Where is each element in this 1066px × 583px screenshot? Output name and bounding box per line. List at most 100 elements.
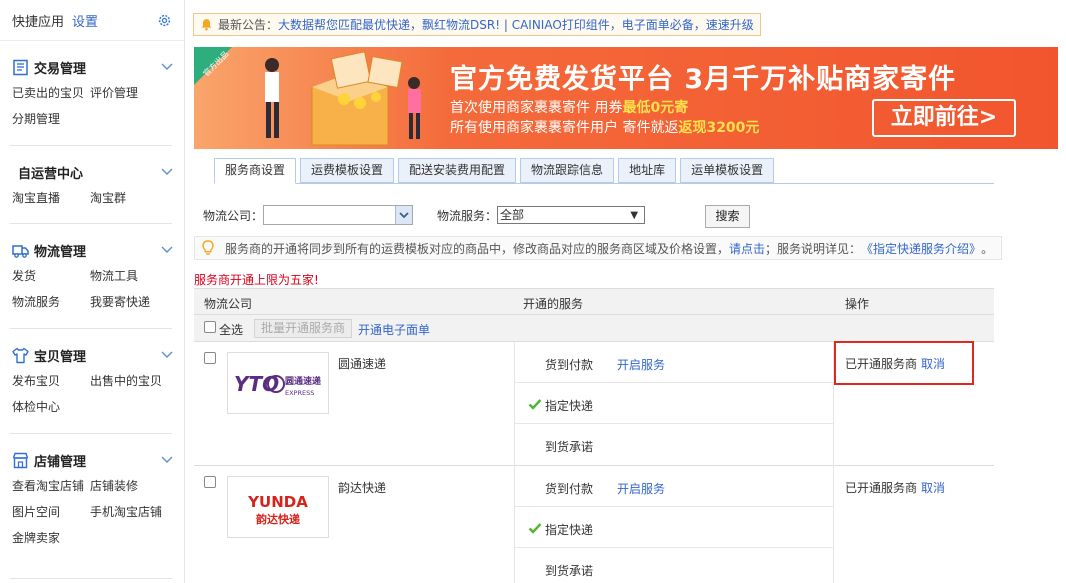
caret-down-icon[interactable]: ▼ [630,208,638,224]
bulk-action-bar: 全选 批量开通服务商 开通电子面单 [194,315,994,342]
sidebar-section-header[interactable]: 宝贝管理 [0,344,184,366]
table-row: YUNDA 韵达快递 韵达快递 货到付款 开启服务 指定快递 到货承诺 已开通服… [194,466,994,583]
quick-apps-header: 快捷应用 设置 [0,0,184,41]
sidebar-link-gold-seller[interactable]: 金牌卖家 [12,525,90,551]
tip-end-text: 。 [981,241,994,256]
service-item: 到货承诺 [515,424,833,465]
sidebar-divider [10,578,172,579]
cancel-provider-link[interactable]: 取消 [921,481,945,495]
sidebar-link-ship[interactable]: 发货 [12,263,90,289]
tab-service-provider-settings[interactable]: 服务商设置 [214,158,297,184]
svg-text:EXPRESS: EXPRESS [285,389,314,397]
tip-click-link[interactable]: 请点击 [729,240,765,257]
sidebar-divider [10,145,172,146]
promo-banner[interactable]: 官方出品 官方免费发货平台 3月千万补贴商家寄件 首次使用商家裹裹寄件 用券最低… [194,47,1058,149]
announcement-label: 最新公告： [218,18,279,32]
highlight-box [834,341,974,385]
sidebar-divider [10,223,172,224]
sidebar-section-header[interactable]: 自运营中心 [0,161,184,183]
sidebar-link-live[interactable]: 淘宝直播 [12,185,90,211]
service-name: 到货承诺 [545,564,594,578]
tab-address-book[interactable]: 地址库 [618,158,677,183]
company-name: 韵达快递 [338,481,387,495]
service-select[interactable]: 全部 ▼ [497,206,646,224]
bulk-enable-button[interactable]: 批量开通服务商 [254,319,352,338]
tab-waybill-template-settings[interactable]: 运单模板设置 [680,158,775,183]
tab-shipping-template-settings[interactable]: 运费模板设置 [300,158,395,183]
sidebar-link-store-decor[interactable]: 店铺装修 [90,473,168,499]
sidebar-link-publish-item[interactable]: 发布宝贝 [12,368,90,394]
announcement-link[interactable]: 大数据帮您匹配最优快递，飘红物流DSR! | CAINIAO打印组件，电子面单必… [278,16,754,33]
tip-mid-text: ；服务说明详见： [765,241,862,256]
quick-apps-title: 快捷应用 [12,14,65,30]
company-name: 圆通速递 [338,357,387,371]
sidebar-section-header[interactable]: 交易管理 [0,56,184,78]
tip-text: 服务商的开通将同步到所有的运费模板对应的商品中，修改商品对应的服务商区域及价格设… [225,241,730,256]
banner-cta-button[interactable]: 立即前往> [872,99,1016,137]
chevron-down-icon[interactable] [161,63,173,71]
company-filter-label: 物流公司： [203,208,264,223]
svg-text:YUNDA: YUNDA [247,493,308,511]
column-header-services: 开通的服务 [523,297,584,311]
sidebar-link-reviews[interactable]: 评价管理 [90,80,168,106]
sidebar: 快捷应用 设置 交易管理 已卖出的宝贝 评价管理 分期管理 自运营中心 淘宝直播… [0,0,185,583]
chevron-down-icon[interactable] [395,206,413,224]
quick-apps-settings-link[interactable]: 设置 [72,11,98,30]
sidebar-section-trade: 交易管理 已卖出的宝贝 评价管理 分期管理 [0,56,184,132]
row-checkbox[interactable] [204,352,216,364]
svg-text:YTO: YTO [234,372,279,396]
yto-logo: YTO 圆通速递 EXPRESS [227,352,329,414]
select-all-checkbox[interactable] [204,321,216,333]
enable-service-link[interactable]: 开启服务 [617,356,665,373]
sidebar-link-installments[interactable]: 分期管理 [12,106,90,132]
tab-install-fee-config[interactable]: 配送安装费用配置 [398,158,517,183]
store-icon [12,452,29,468]
info-tip: 服务商的开通将同步到所有的运费模板对应的商品中，修改商品对应的服务商区域及价格设… [194,236,1002,260]
tab-tracking-info[interactable]: 物流跟踪信息 [520,158,615,183]
provider-limit-warning: 服务商开通上限为五家! [194,273,319,287]
row-checkbox[interactable] [204,476,216,488]
chevron-down-icon[interactable] [161,168,173,176]
sidebar-link-mobile-store[interactable]: 手机淘宝店铺 [90,499,168,525]
sidebar-link-group[interactable]: 淘宝群 [90,185,168,211]
chevron-down-icon[interactable] [161,246,173,254]
sidebar-section-title: 自运营中心 [18,166,84,182]
tab-baseline [214,183,994,184]
search-button[interactable]: 搜索 [705,205,750,228]
service-name: 指定快递 [545,523,594,537]
gear-icon[interactable] [157,13,172,28]
official-ribbon: 官方出品 [201,49,231,79]
sidebar-link-logistics-tools[interactable]: 物流工具 [90,263,168,289]
sidebar-link-sold-items[interactable]: 已卖出的宝贝 [12,80,90,106]
column-header-company: 物流公司 [204,297,253,311]
sidebar-link-view-store[interactable]: 查看淘宝店铺 [12,473,90,499]
sidebar-divider [10,433,172,434]
sidebar-link-logistics-services[interactable]: 物流服务 [12,289,90,315]
provider-status: 已开通服务商 取消 [845,481,946,495]
sidebar-section-store: 店铺管理 查看淘宝店铺 店铺装修 图片空间 手机淘宝店铺 金牌卖家 [0,449,184,551]
service-item: 货到付款 开启服务 [515,466,833,507]
service-name: 货到付款 [545,482,594,496]
sidebar-link-image-space[interactable]: 图片空间 [12,499,90,525]
sidebar-divider [10,328,172,329]
banner-line-2: 所有使用商家裹裹寄件用户 寄件就返返现3200元 [450,120,760,136]
sidebar-link-health-check[interactable]: 体检中心 [12,394,90,420]
order-icon [13,59,28,75]
enable-service-link[interactable]: 开启服务 [617,480,665,497]
chevron-down-icon[interactable] [161,351,173,359]
company-select[interactable] [263,205,414,225]
sidebar-link-items-on-sale[interactable]: 出售中的宝贝 [90,368,168,394]
service-filter-label: 物流服务： [437,208,498,223]
select-all-label: 全选 [219,323,244,337]
open-eface-link[interactable]: 开通电子面单 [358,321,430,338]
shirt-icon [12,347,29,363]
chevron-down-icon[interactable] [161,456,173,464]
service-name: 到货承诺 [545,440,594,454]
service-item: 到货承诺 [515,548,833,583]
service-name: 货到付款 [545,358,594,372]
sidebar-section-header[interactable]: 店铺管理 [0,449,184,471]
sidebar-link-send-express[interactable]: 我要寄快递 [90,289,168,315]
tip-service-intro-link[interactable]: 《指定快递服务介绍》 [861,240,981,257]
sidebar-section-header[interactable]: 物流管理 [0,239,184,261]
table-header: 物流公司 开通的服务 操作 [194,288,994,315]
